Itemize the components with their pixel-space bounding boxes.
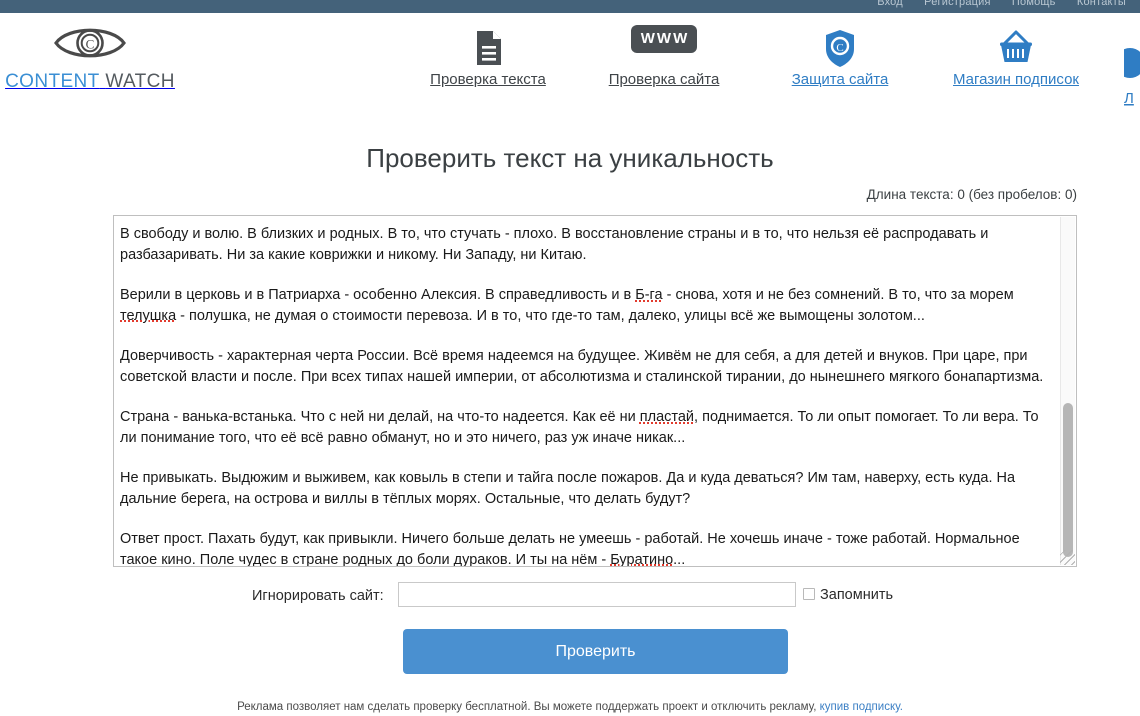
text-run: Не привыкать. Выдюжим и выживем, как ков…	[120, 470, 1020, 507]
remember-label: Запомнить	[820, 587, 894, 603]
shield-copyright-icon: C	[752, 25, 928, 71]
remember-checkbox[interactable]	[803, 588, 815, 600]
ignore-site-input[interactable]	[398, 582, 796, 607]
text-run: ...	[673, 551, 686, 567]
logo-word-watch: WATCH	[105, 71, 175, 92]
text-paragraph: Не привыкать. Выдюжим и выживем, как ков…	[120, 468, 1054, 509]
text-editor-container: В свободу и волю. В близких и родных. В …	[113, 215, 1077, 567]
nav-label-site-check: Проверка сайта	[608, 71, 720, 88]
editor-scrollbar[interactable]	[1060, 217, 1075, 565]
spellcheck-word: Б-га	[635, 287, 663, 303]
nav-item-text-check[interactable]: Проверка текста	[400, 25, 576, 89]
nav-item-site-protection[interactable]: C Защита сайта	[752, 25, 928, 89]
nav-label-site-protection: Защита сайта	[791, 71, 889, 88]
text-run: - снова, хотя и не без сомнений. В то, ч…	[662, 287, 1018, 303]
text-content[interactable]: В свободу и волю. В близких и родных. В …	[120, 224, 1054, 567]
footer-text: Реклама позволяет нам сделать проверку б…	[237, 701, 820, 713]
text-run: Страна - ванька-встанька. Что с ней ни д…	[120, 409, 640, 425]
logo-word-content: CONTENT	[5, 71, 100, 92]
ignore-site-label: Игнорировать сайт:	[252, 588, 384, 604]
site-logo[interactable]: C CONTENT WATCH	[0, 21, 180, 101]
spellcheck-word: Буратино	[610, 551, 674, 567]
svg-text:C: C	[836, 42, 843, 54]
svg-text:C: C	[86, 36, 95, 51]
check-button[interactable]: Проверить	[403, 629, 788, 674]
document-icon	[400, 25, 576, 71]
nav-item-cut-off[interactable]: Л	[1124, 37, 1140, 107]
main-navigation: Проверка текста WWW Проверка сайта C Защ…	[400, 25, 1104, 107]
top-link-2[interactable]: Помощь	[1012, 0, 1056, 8]
svg-text:Л: Л	[1124, 90, 1134, 107]
text-run: Верили в церковь и в Патриарха - особенн…	[120, 287, 636, 303]
top-utility-bar: Вход Регистрация Помощь Контакты	[0, 0, 1140, 13]
site-header: C CONTENT WATCH Проверка текста WWW Пров…	[0, 13, 1140, 107]
text-paragraph: Верили в церковь и в Патриарха - особенн…	[120, 285, 1054, 326]
text-run: Доверчивость - характерная черта России.…	[120, 348, 1044, 385]
eye-copyright-icon: C	[0, 21, 180, 65]
top-utility-links[interactable]: Вход Регистрация Помощь Контакты	[859, 0, 1126, 8]
editor-resize-handle[interactable]	[1060, 550, 1075, 565]
page-title: Проверить текст на уникальность	[366, 143, 774, 173]
text-run: В свободу и волю. В близких и родных. В …	[120, 226, 993, 263]
text-paragraph: Ответ прост. Пахать будут, как привыкли.…	[120, 529, 1054, 567]
nav-label-text-check: Проверка текста	[430, 71, 546, 88]
basket-icon	[928, 25, 1104, 71]
nav-label-subscription-shop: Магазин подписок	[953, 71, 1079, 88]
text-length-info: Длина текста: 0 (без пробелов: 0)	[866, 187, 1077, 202]
footer-ad-notice: Реклама позволяет нам сделать проверку б…	[0, 700, 1140, 715]
text-input-area[interactable]: В свободу и волю. В близких и родных. В …	[113, 215, 1077, 567]
text-paragraph: Доверчивость - характерная черта России.…	[120, 346, 1054, 387]
text-run: Ответ прост. Пахать будут, как привыкли.…	[120, 531, 1024, 567]
footer-subscription-link[interactable]: купив подписку.	[820, 701, 903, 713]
top-link-0[interactable]: Вход	[877, 0, 903, 8]
logo-wordmark: CONTENT WATCH	[0, 71, 180, 93]
text-run: - полушка, не думая о стоимости перевоза…	[176, 307, 925, 324]
editor-scrollbar-thumb[interactable]	[1063, 403, 1073, 557]
www-badge-icon: WWW	[576, 25, 752, 71]
ignore-site-row: Игнорировать сайт: Запомнить	[0, 582, 1140, 610]
spellcheck-word: телушка	[120, 307, 177, 324]
top-link-3[interactable]: Контакты	[1077, 0, 1126, 8]
nav-item-site-check[interactable]: WWW Проверка сайта	[576, 25, 752, 89]
text-paragraph: В свободу и волю. В близких и родных. В …	[120, 224, 1054, 265]
spellcheck-word: пластай	[639, 409, 695, 425]
top-link-1[interactable]: Регистрация	[924, 0, 991, 8]
nav-item-subscription-shop[interactable]: Магазин подписок	[928, 25, 1104, 89]
text-paragraph: Страна - ванька-встанька. Что с ней ни д…	[120, 407, 1054, 448]
